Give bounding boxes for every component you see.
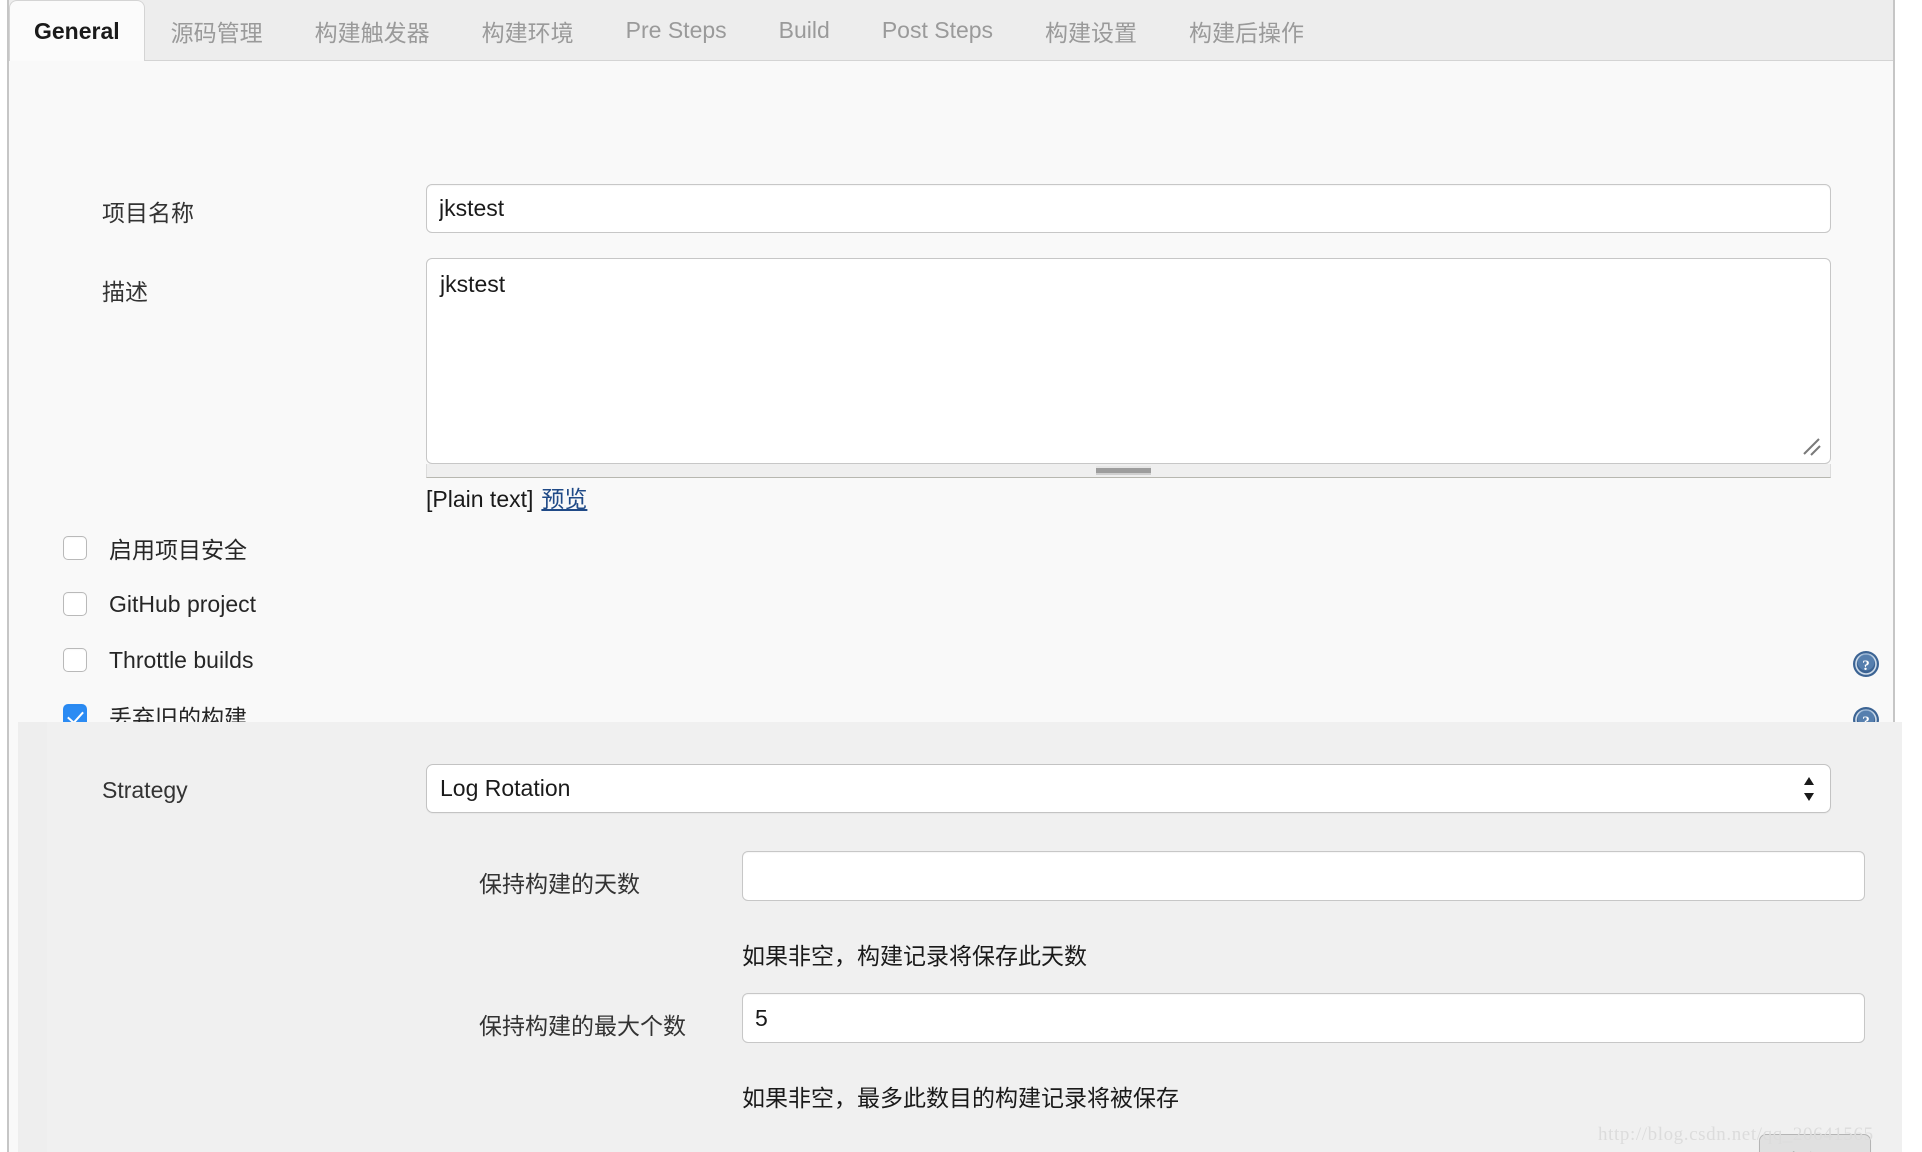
strategy-panel-gutter <box>18 722 47 1152</box>
tab-pre-steps[interactable]: Pre Steps <box>600 0 753 61</box>
tab-构建触发器[interactable]: 构建触发器 <box>289 0 456 61</box>
tab-构建设置[interactable]: 构建设置 <box>1019 0 1163 61</box>
description-preview-link[interactable]: 预览 <box>541 480 587 514</box>
config-tab-bar: General 源码管理 构建触发器 构建环境 Pre Steps Build Post S… <box>9 0 1893 62</box>
max-builds-to-keep-hint: 如果非空，最多此数目的构建记录将被保存 <box>742 1085 1179 1111</box>
config-content-area: 项目名称 描述 jkstest [Plain text] 预览 启用项目安全 Gi… <box>9 61 1902 1152</box>
strategy-selected-value: Log Rotation <box>440 775 571 801</box>
select-updown-arrows-icon <box>1804 776 1814 801</box>
tab-post-steps[interactable]: Post Steps <box>856 0 1019 61</box>
watermark-text: http://blog.csdn.net/qq_20641565 <box>1598 1124 1874 1145</box>
tab-general[interactable]: General <box>9 0 145 62</box>
max-builds-to-keep-input[interactable] <box>742 993 1865 1043</box>
days-to-keep-builds-hint: 如果非空，构建记录将保存此天数 <box>742 943 1087 969</box>
tab-list: General 源码管理 构建触发器 构建环境 Pre Steps Build Post S… <box>9 0 1330 62</box>
checkbox-1[interactable] <box>63 592 87 616</box>
checkbox-label[interactable]: Throttle builds <box>109 647 253 674</box>
svg-text:?: ? <box>1862 658 1870 674</box>
tab-构建后操作[interactable]: 构建后操作 <box>1163 0 1330 61</box>
checkbox-label[interactable]: GitHub project <box>109 591 256 618</box>
description-textarea[interactable]: jkstest <box>426 258 1831 464</box>
project-name-input[interactable] <box>426 184 1831 233</box>
checkbox-row[interactable]: GitHub project <box>18 576 1902 632</box>
options-checkbox-group: 启用项目安全 GitHub project Throttle builds 丢弃旧的构… <box>18 520 1902 744</box>
project-name-label: 项目名称 <box>102 200 194 226</box>
markup-type-label: [Plain text] <box>426 486 534 512</box>
checkbox-0[interactable] <box>63 536 87 560</box>
tab-构建环境[interactable]: 构建环境 <box>456 0 600 61</box>
tab-build[interactable]: Build <box>753 0 856 61</box>
help-icon-throttle-builds[interactable]: ? <box>1852 650 1880 678</box>
tab-源码管理[interactable]: 源码管理 <box>145 0 289 61</box>
days-to-keep-builds-input[interactable] <box>742 851 1865 901</box>
description-scrollbar-thumb[interactable] <box>1096 466 1151 475</box>
checkbox-label[interactable]: 启用项目安全 <box>109 531 247 565</box>
days-to-keep-builds-label: 保持构建的天数 <box>479 871 640 897</box>
strategy-label: Strategy <box>102 777 188 803</box>
strategy-select[interactable]: Log Rotation <box>426 764 1831 813</box>
jenkins-job-config-page: General 源码管理 构建触发器 构建环境 Pre Steps Build Post S… <box>0 0 1922 1152</box>
checkbox-row[interactable]: Throttle builds <box>18 632 1902 688</box>
markup-format-row: [Plain text] 预览 <box>426 480 587 514</box>
max-builds-to-keep-label: 保持构建的最大个数 <box>479 1013 686 1039</box>
description-label: 描述 <box>102 279 148 305</box>
checkbox-row[interactable]: 启用项目安全 <box>18 520 1902 576</box>
checkbox-2[interactable] <box>63 648 87 672</box>
